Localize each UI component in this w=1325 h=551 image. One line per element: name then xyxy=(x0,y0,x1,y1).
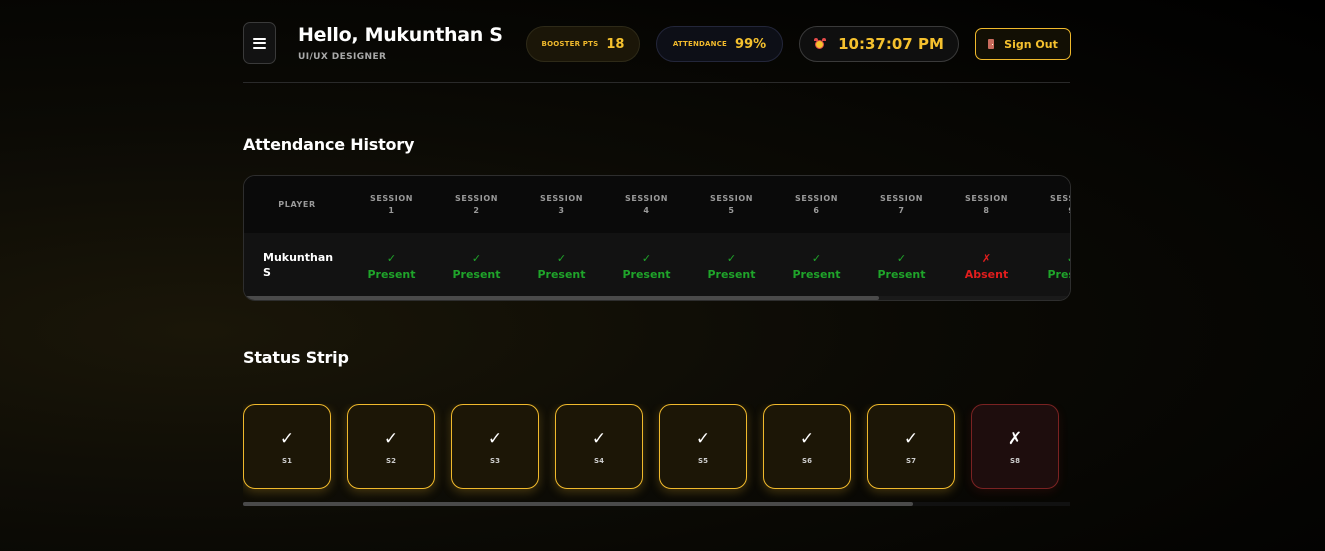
clock-display: 10:37:07 PM xyxy=(799,26,959,62)
status-tile[interactable]: ✓ S1 xyxy=(243,404,331,489)
status-mark: ✓ xyxy=(726,252,737,265)
table-scrollbar-thumb[interactable] xyxy=(244,296,879,300)
status-tile[interactable]: ✓ S2 xyxy=(347,404,435,489)
status-tile[interactable]: ✓ S3 xyxy=(451,404,539,489)
hamburger-icon xyxy=(253,37,266,49)
attendance-badge: ATTENDANCE 99% xyxy=(656,26,783,62)
status-strip: ✓ S1 ✓ S2 ✓ S3 ✓ S4 ✓ S5 ✓ S6 ✓ S7 ✗ S8 xyxy=(243,404,1070,504)
column-header-session-2: SESSION 2 xyxy=(454,193,499,215)
alarm-clock-icon xyxy=(814,38,827,50)
check-icon: ✓ xyxy=(695,428,711,449)
column-header-session-7: SESSION 7 xyxy=(879,193,924,215)
session-cell: ✓ Present xyxy=(604,251,689,283)
status-tile-label: S3 xyxy=(490,456,500,465)
status-text: Present xyxy=(1047,268,1070,281)
sign-out-button[interactable]: Sign Out xyxy=(975,28,1071,60)
status-tile-label: S7 xyxy=(906,456,916,465)
column-header-session-4: SESSION 4 xyxy=(624,193,669,215)
status-mark: ✓ xyxy=(471,252,482,265)
status-mark: ✓ xyxy=(386,252,397,265)
status-mark: ✓ xyxy=(1029,251,1070,267)
column-header-session-6: SESSION 6 xyxy=(794,193,839,215)
column-header-session-9: SESSION 9 xyxy=(1049,193,1070,215)
session-cell: ✓ Present xyxy=(519,251,604,283)
check-icon: ✓ xyxy=(799,428,815,449)
column-header-session-5: SESSION 5 xyxy=(709,193,754,215)
check-icon: ✓ xyxy=(383,428,399,449)
menu-button[interactable] xyxy=(243,22,276,64)
session-cell: ✓ Present xyxy=(689,251,774,283)
status-text: Absent xyxy=(964,268,1009,281)
status-text: Present xyxy=(622,268,671,281)
status-tile-label: S1 xyxy=(282,456,292,465)
status-mark: ✓ xyxy=(641,252,652,265)
booster-points-badge: BOOSTER PTS 18 xyxy=(526,26,640,62)
status-mark: ✓ xyxy=(556,252,567,265)
sign-out-label: Sign Out xyxy=(1004,37,1058,51)
status-text: Present xyxy=(367,268,416,281)
attendance-label: ATTENDANCE xyxy=(672,40,728,48)
table-scrollbar[interactable] xyxy=(244,296,1070,300)
attendance-table: PLAYER SESSION 1 SESSION 2 SESSION 3 SESSION… xyxy=(243,175,1071,301)
session-cell: ✓Present xyxy=(1029,251,1070,283)
status-mark: ✗ xyxy=(981,252,992,265)
clock-time: 10:37:07 PM xyxy=(838,35,944,53)
status-tile-label: S5 xyxy=(698,456,708,465)
top-header: Hello, Mukunthan S UI/UX DESIGNER BOOSTE… xyxy=(243,22,1071,66)
greeting: Hello, Mukunthan S xyxy=(298,24,503,46)
status-tile-label: S8 xyxy=(1010,456,1020,465)
column-header-session-3: SESSION 3 xyxy=(539,193,584,215)
cross-icon: ✗ xyxy=(1007,428,1023,449)
session-cell: ✓ Present xyxy=(349,251,434,283)
status-text: Present xyxy=(877,268,926,281)
status-strip-scrollbar-thumb[interactable] xyxy=(243,502,913,506)
status-tile[interactable]: ✓ S4 xyxy=(555,404,643,489)
table-header: PLAYER SESSION 1 SESSION 2 SESSION 3 SESSION… xyxy=(244,176,1070,234)
column-header-player: PLAYER xyxy=(278,199,316,209)
status-tile[interactable]: ✗ S8 xyxy=(971,404,1059,489)
status-text: Present xyxy=(452,268,501,281)
status-strip-title: Status Strip xyxy=(243,348,349,367)
status-tile[interactable]: ✓ S6 xyxy=(763,404,851,489)
table-row: Mukunthan S ✓ Present ✓ Present ✓ Present ✓ Pre… xyxy=(244,233,1070,298)
status-tile[interactable]: ✓ S7 xyxy=(867,404,955,489)
status-text: Present xyxy=(792,268,841,281)
dashboard: Hello, Mukunthan S UI/UX DESIGNER BOOSTE… xyxy=(243,0,1071,551)
column-header-session-8: SESSION 8 xyxy=(964,193,1009,215)
status-tile-label: S2 xyxy=(386,456,396,465)
status-mark: ✓ xyxy=(896,252,907,265)
session-cell: ✓ Present xyxy=(434,251,519,283)
status-text: Present xyxy=(707,268,756,281)
session-cell: ✓ Present xyxy=(774,251,859,283)
header-divider xyxy=(243,82,1070,83)
status-tile-label: S4 xyxy=(594,456,604,465)
check-icon: ✓ xyxy=(487,428,503,449)
status-text: Present xyxy=(537,268,586,281)
booster-label: BOOSTER PTS xyxy=(541,40,599,48)
status-tile[interactable]: ✓ S5 xyxy=(659,404,747,489)
status-mark: ✓ xyxy=(811,252,822,265)
user-role: UI/UX DESIGNER xyxy=(298,52,387,62)
session-cell: ✓ Present xyxy=(859,251,944,283)
session-cell: ✗ Absent xyxy=(944,251,1029,283)
check-icon: ✓ xyxy=(903,428,919,449)
column-header-session-1: SESSION 1 xyxy=(369,193,414,215)
booster-value: 18 xyxy=(606,36,625,52)
door-icon xyxy=(988,39,995,49)
check-icon: ✓ xyxy=(591,428,607,449)
player-name: Mukunthan S xyxy=(263,251,334,279)
status-tile-label: S6 xyxy=(802,456,812,465)
check-icon: ✓ xyxy=(279,428,295,449)
attendance-value: 99% xyxy=(735,36,767,52)
status-strip-scrollbar[interactable] xyxy=(243,502,1070,506)
attendance-history-title: Attendance History xyxy=(243,135,415,154)
